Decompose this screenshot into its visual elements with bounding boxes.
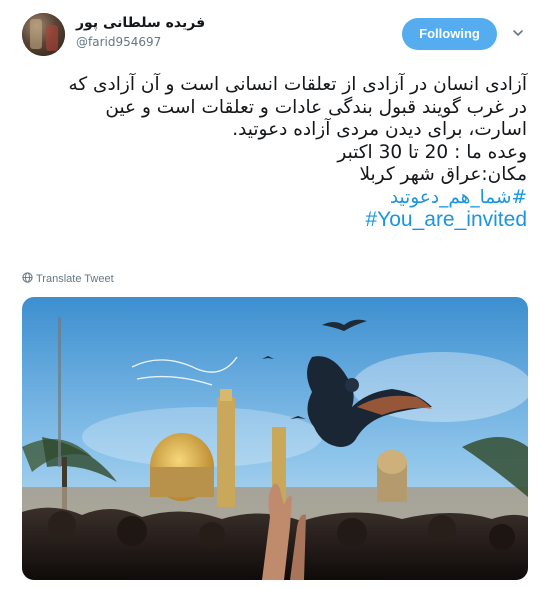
following-button[interactable]: Following — [402, 18, 497, 50]
hashtag-link[interactable]: #You_are_invited — [22, 208, 527, 232]
tweet-line: اسارت، برای دیدن مردی آزاده دعوتید. — [232, 119, 527, 140]
user-handle[interactable]: @farid954697 — [76, 35, 161, 49]
tweet-line: آزادی انسان در آزادی از تعلقات انسانی اس… — [68, 74, 527, 95]
tweet-line: مکان:عراق شهر کربلا — [359, 164, 527, 185]
tweet-text: آزادی انسان در آزادی از تعلقات انسانی اس… — [22, 74, 527, 232]
globe-icon — [22, 272, 33, 283]
tweet-header: فریده سلطانی پور @farid954697 Following — [0, 0, 552, 62]
translate-label: Translate Tweet — [36, 273, 114, 285]
tweet-photo[interactable] — [22, 297, 528, 580]
avatar[interactable] — [22, 13, 65, 56]
tweet-line: در غرب گویند قبول بندگی عادات و تعلقات ا… — [105, 96, 527, 118]
hashtag-link[interactable]: #شما_هم_دعوتید — [22, 187, 527, 210]
user-name[interactable]: فریده سلطانی پور — [76, 15, 205, 31]
chevron-down-icon[interactable] — [511, 26, 525, 40]
translate-tweet-link[interactable]: Translate Tweet — [22, 272, 114, 285]
tweet-line: وعده ما : 20 تا 30 اکتبر — [337, 141, 527, 163]
